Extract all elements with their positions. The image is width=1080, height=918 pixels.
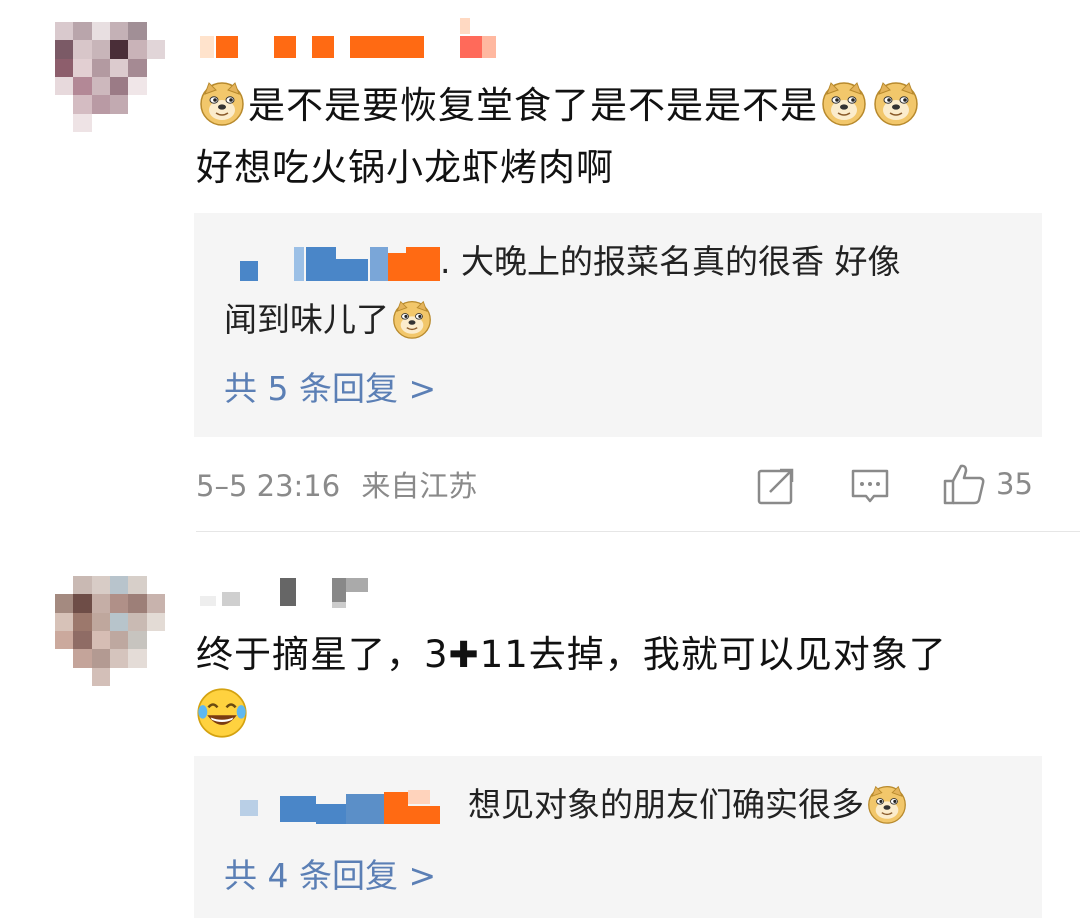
doge-icon — [200, 82, 244, 126]
comment-meta: 5–5 23:16 来自江苏 — [196, 466, 477, 506]
share-icon — [757, 468, 794, 505]
reply-preview[interactable]: . 大晚上的报菜名真的很香 好像 闻到味儿了 共 5 条回复 > — [194, 213, 1042, 437]
view-replies-link[interactable]: 共 5 条回复 > — [224, 365, 436, 413]
reply-username-redacted[interactable] — [224, 789, 440, 824]
comment-time: 5–5 23:16 — [196, 469, 341, 503]
doge-icon — [874, 82, 918, 126]
reply-text: 想见对象的朋友们确实很多 — [224, 776, 1014, 834]
like-count: 35 — [996, 467, 1033, 501]
view-replies-link[interactable]: 共 4 条回复 > — [224, 852, 436, 900]
doge-icon — [868, 785, 906, 824]
comment-text: 是不是要恢复堂食了是不是是不是 好想吃火锅小龙虾烤肉啊 — [196, 75, 1046, 199]
thumbs-up-icon — [943, 464, 985, 505]
doge-icon — [822, 82, 866, 126]
divider — [196, 531, 1080, 532]
reply-text: . 大晚上的报菜名真的很香 好像 闻到味儿了 — [224, 242, 901, 339]
share-button[interactable] — [756, 466, 796, 506]
doge-icon — [393, 300, 431, 339]
laugh-cry-icon — [197, 688, 247, 738]
avatar[interactable] — [55, 576, 165, 686]
reply-preview[interactable]: 想见对象的朋友们确实很多 共 4 条回复 > — [194, 756, 1042, 918]
avatar[interactable] — [55, 22, 165, 132]
comment-button[interactable] — [850, 466, 890, 506]
like-button[interactable]: 35 — [942, 462, 1033, 506]
comment-icon — [851, 469, 889, 503]
reply-username-redacted[interactable] — [224, 246, 440, 281]
comment-text: 终于摘星了，3✚11去掉，我就可以见对象了 — [196, 624, 1046, 750]
comment-location: 来自江苏 — [361, 469, 478, 503]
